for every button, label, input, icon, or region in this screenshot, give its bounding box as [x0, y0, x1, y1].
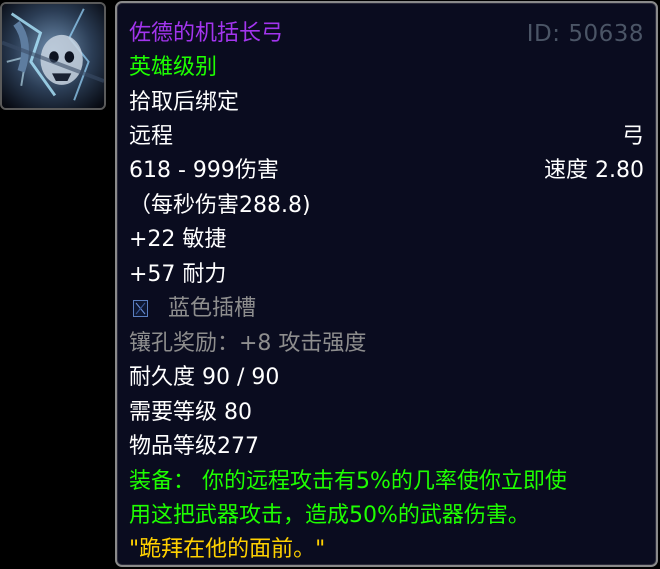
item-binding: 拾取后绑定: [129, 90, 240, 115]
socket-bonus: 镶孔奖励：+8 攻击强度: [129, 331, 367, 356]
blue-socket-icon: [133, 300, 148, 317]
item-icon-frame[interactable]: [0, 2, 106, 110]
item-dps: （每秒伤害288.8): [129, 193, 311, 218]
item-speed: 速度 2.80: [544, 158, 644, 183]
equip-effect-line-2: 用这把武器攻击，造成50%的武器伤害。: [129, 503, 530, 528]
equip-effect-line-1: 装备： 你的远程攻击有5%的几率使你立即使: [129, 469, 567, 494]
item-level: 物品等级277: [129, 434, 259, 459]
item-slot: 远程: [129, 124, 174, 149]
name-row: 佐德的机括长弓 ID: 50638: [129, 19, 644, 49]
flavor-text: "跪拜在他的面前。": [129, 537, 326, 562]
item-name[interactable]: 佐德的机括长弓: [129, 21, 283, 46]
item-id: ID: 50638: [526, 21, 644, 47]
item-quality: 英雄级别: [129, 55, 218, 80]
item-tooltip: 佐德的机括长弓 ID: 50638 英雄级别 拾取后绑定 远程 弓 618 - …: [115, 1, 658, 567]
required-level: 需要等级 80: [129, 400, 252, 425]
crossbow-ice-skull-icon: [2, 4, 104, 108]
damage-row: 618 - 999伤害 速度 2.80: [129, 156, 644, 186]
item-durability: 耐久度 90 / 90: [129, 365, 280, 390]
socket-label: 蓝色插槽: [168, 296, 257, 321]
item-tooltip-screen: 佐德的机括长弓 ID: 50638 英雄级别 拾取后绑定 远程 弓 618 - …: [0, 0, 660, 569]
item-damage: 618 - 999伤害: [129, 158, 279, 183]
socket-row: 蓝色插槽: [129, 294, 644, 324]
stat-stamina: +57 耐力: [129, 262, 227, 287]
slot-row: 远程 弓: [129, 122, 644, 152]
stat-agility: +22 敏捷: [129, 227, 227, 252]
item-type: 弓: [621, 124, 644, 149]
